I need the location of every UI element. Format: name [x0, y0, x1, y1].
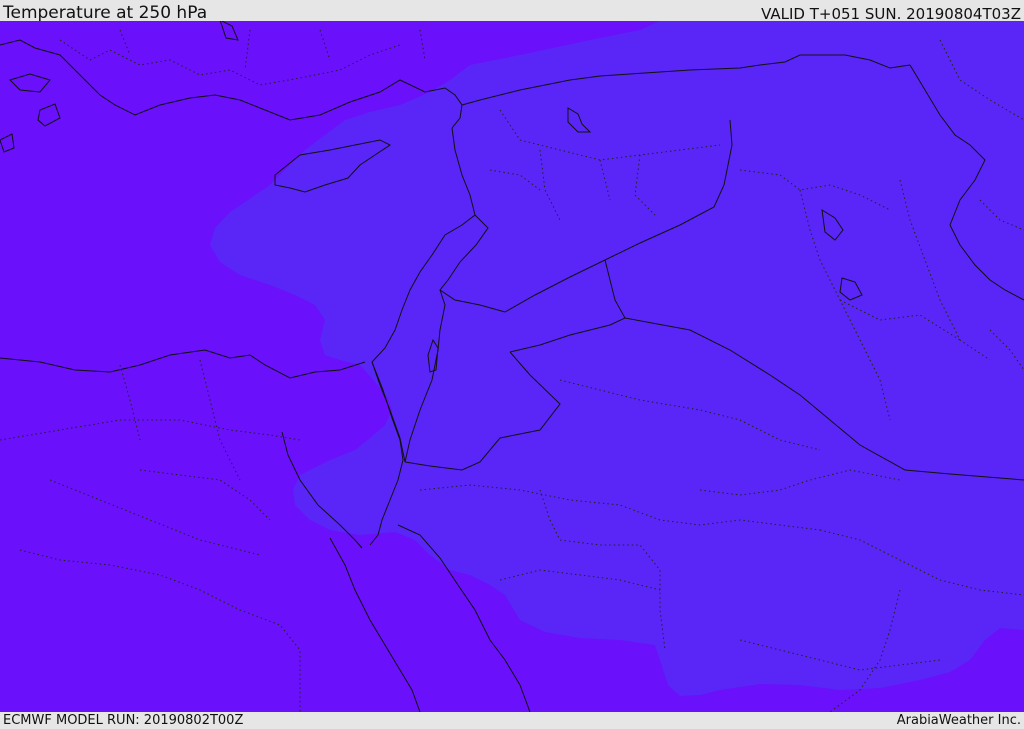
title-bar: Temperature at 250 hPa VALID T+051 SUN. …	[0, 0, 1024, 23]
credit-label: ArabiaWeather Inc.	[896, 713, 1021, 728]
map-title: Temperature at 250 hPa	[3, 3, 208, 23]
footer-bar: ECMWF MODEL RUN: 20190802T00Z ArabiaWeat…	[0, 712, 1024, 729]
map-canvas	[0, 21, 1024, 712]
weather-map[interactable]	[0, 21, 1024, 712]
model-run-label: ECMWF MODEL RUN: 20190802T00Z	[3, 713, 244, 728]
